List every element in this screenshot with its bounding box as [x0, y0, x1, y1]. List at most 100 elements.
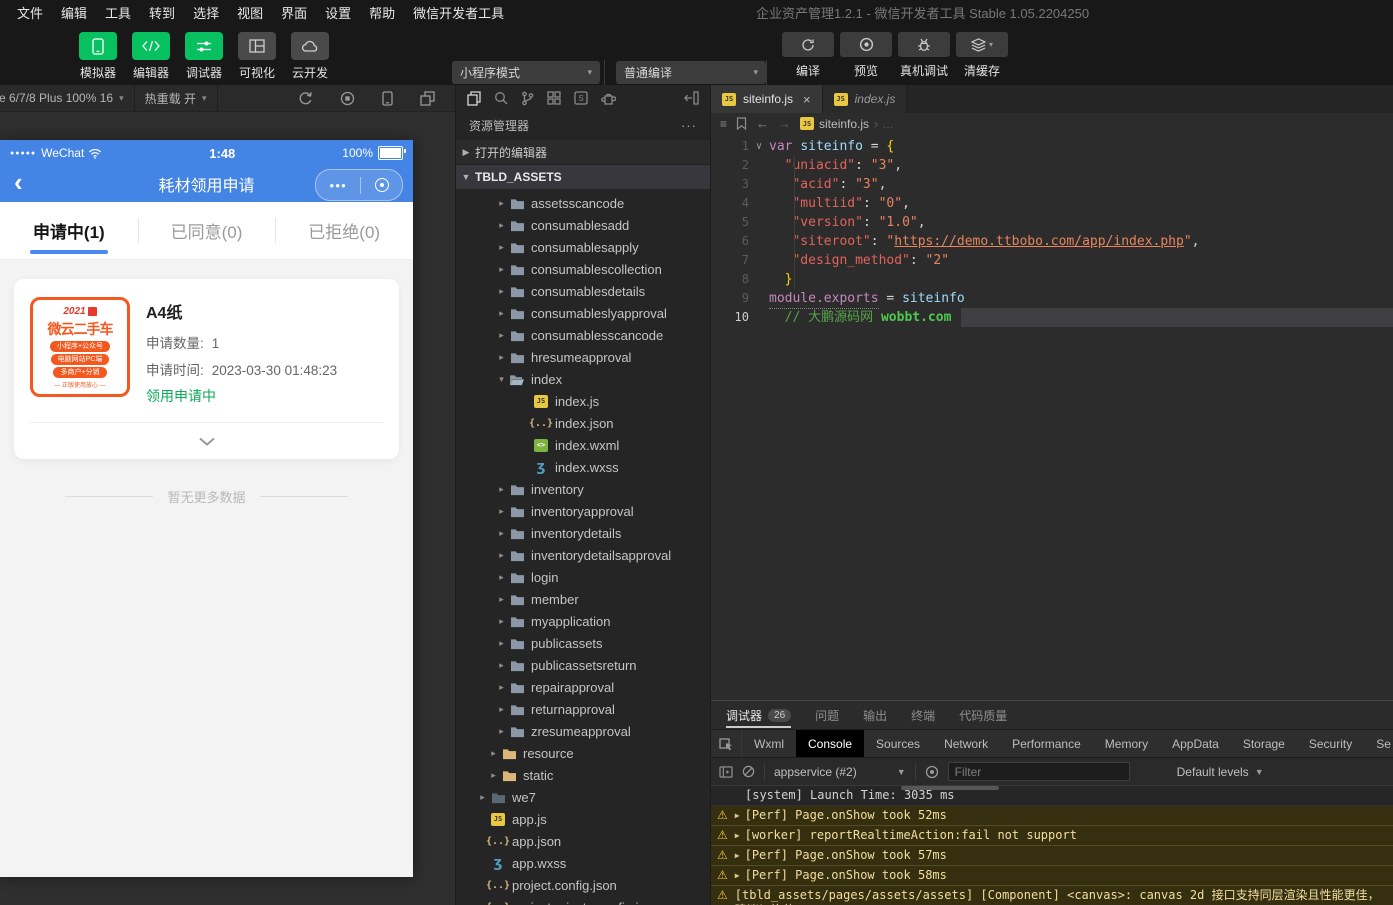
console-warn-row[interactable]: ⚠▶[Perf] Page.onShow took 58ms [711, 866, 1393, 886]
tree-folder-consumablesapply[interactable]: ▸consumablesapply [456, 236, 710, 258]
menu-item-6[interactable]: 界面 [272, 0, 316, 28]
collapse-icon[interactable] [684, 91, 699, 105]
tree-folder-repairapproval[interactable]: ▸repairapproval [456, 676, 710, 698]
devtools-tab-Storage[interactable]: Storage [1231, 730, 1297, 757]
devtools-tab-Se[interactable]: Se [1364, 730, 1393, 757]
bookmark-icon[interactable] [736, 117, 747, 130]
devtools-tab-Memory[interactable]: Memory [1093, 730, 1160, 757]
action-button-refresh[interactable]: 编译 [782, 32, 834, 79]
console-warn-row[interactable]: ⚠▶[worker] reportRealtimeAction:fail not… [711, 826, 1393, 846]
section-project-root[interactable]: ▼ TBLD_ASSETS [456, 165, 710, 189]
editor-tab-index.js[interactable]: JSindex.js [823, 85, 908, 113]
expand-arrow-icon[interactable]: ▶ [735, 868, 740, 883]
devtools-tab-AppData[interactable]: AppData [1160, 730, 1231, 757]
action-button-bug[interactable]: 真机调试 [898, 32, 950, 79]
expand-card-button[interactable] [30, 422, 383, 459]
toolbar-button-cloud[interactable]: 云开发 [288, 32, 332, 81]
panel-tab-输出[interactable]: 输出 [863, 701, 887, 729]
sbox-icon[interactable]: S [574, 91, 588, 105]
phone-tab-1[interactable]: 已同意(0) [138, 202, 276, 259]
panel-tab-终端[interactable]: 终端 [911, 701, 935, 729]
action-button-eye[interactable]: 预览 [840, 32, 892, 79]
menu-item-7[interactable]: 设置 [316, 0, 360, 28]
tree-folder-zresumeapproval[interactable]: ▸zresumeapproval [456, 720, 710, 742]
branch-icon[interactable] [521, 91, 534, 106]
eye-icon[interactable] [925, 765, 939, 779]
panel-tab-调试器[interactable]: 调试器26 [726, 701, 791, 729]
devtools-tab-Wxml[interactable]: Wxml [742, 730, 796, 757]
mode-select[interactable]: 小程序模式 ▾ [452, 61, 600, 84]
phone-tab-2[interactable]: 已拒绝(0) [275, 202, 413, 259]
tree-folder-index[interactable]: ▾index [456, 368, 710, 390]
pot-icon[interactable] [601, 92, 616, 105]
tree-file-project.private.config.json[interactable]: {..}project.private.config.json [456, 896, 710, 905]
code-area[interactable]: 1∨var siteinfo = {2 "uniacid": "3",3 "ac… [711, 134, 1393, 327]
tree-folder-inventorydetailsapproval[interactable]: ▸inventorydetailsapproval [456, 544, 710, 566]
record-icon[interactable] [340, 91, 355, 106]
inspect-element-icon[interactable] [711, 730, 742, 757]
nav-forward-icon[interactable]: → [778, 116, 791, 131]
tree-folder-we7[interactable]: ▸we7 [456, 786, 710, 808]
tree-folder-inventorydetails[interactable]: ▸inventorydetails [456, 522, 710, 544]
tree-file-app.wxss[interactable]: ʒapp.wxss [456, 852, 710, 874]
expand-arrow-icon[interactable]: ▶ [735, 828, 740, 843]
tree-folder-publicassets[interactable]: ▸publicassets [456, 632, 710, 654]
expand-arrow-icon[interactable]: ▶ [735, 808, 740, 823]
capsule-menu[interactable]: ●●● [315, 169, 403, 201]
filter-input[interactable] [948, 762, 1130, 781]
tree-folder-login[interactable]: ▸login [456, 566, 710, 588]
log-levels-select[interactable]: Default levels ▼ [1177, 765, 1264, 779]
console-warn-row[interactable]: ⚠▶[Perf] Page.onShow took 52ms [711, 806, 1393, 826]
tree-file-index.wxml[interactable]: <>index.wxml [456, 434, 710, 456]
tree-file-app.json[interactable]: {..}app.json [456, 830, 710, 852]
explorer-menu-button[interactable]: ··· [681, 118, 697, 133]
tree-folder-returnapproval[interactable]: ▸returnapproval [456, 698, 710, 720]
phone-sm-icon[interactable] [382, 91, 393, 106]
devtools-tab-Security[interactable]: Security [1297, 730, 1364, 757]
device-select[interactable]: e 6/7/8 Plus 100% 16 ▾ [0, 85, 135, 111]
tree-file-index.wxss[interactable]: ʒindex.wxss [456, 456, 710, 478]
clear-console-icon[interactable] [742, 765, 755, 778]
tree-folder-consumablescollection[interactable]: ▸consumablescollection [456, 258, 710, 280]
devtools-tab-Console[interactable]: Console [796, 730, 864, 757]
rotate-icon[interactable] [298, 91, 313, 106]
menu-item-3[interactable]: 转到 [140, 0, 184, 28]
horizontal-scrollbar[interactable] [901, 786, 999, 790]
tree-folder-myapplication[interactable]: ▸myapplication [456, 610, 710, 632]
toolbar-button-layout[interactable]: 可视化 [235, 32, 279, 81]
tree-file-index.js[interactable]: JSindex.js [456, 390, 710, 412]
menu-item-9[interactable]: 微信开发者工具 [404, 0, 513, 28]
menu-item-8[interactable]: 帮助 [360, 0, 404, 28]
panel-tab-代码质量[interactable]: 代码质量 [959, 701, 1007, 729]
tree-folder-resource[interactable]: ▸resource [456, 742, 710, 764]
windows-icon[interactable] [420, 91, 435, 106]
application-card[interactable]: 2021 微云二手车 小程序+公众号电脑网站PC端多商户+分销 — 正版使用放心… [14, 279, 399, 459]
tree-folder-static[interactable]: ▸static [456, 764, 710, 786]
action-button-layers[interactable]: ▾清缓存 [956, 32, 1008, 79]
more-icon[interactable]: ●●● [329, 181, 347, 190]
tree-folder-hresumeapproval[interactable]: ▸hresumeapproval [456, 346, 710, 368]
expand-panel-icon[interactable] [719, 766, 733, 778]
tree-folder-member[interactable]: ▸member [456, 588, 710, 610]
devtools-tab-Performance[interactable]: Performance [1000, 730, 1093, 757]
compile-select[interactable]: 普通编译 ▾ [616, 61, 766, 84]
tree-folder-inventoryapproval[interactable]: ▸inventoryapproval [456, 500, 710, 522]
devtools-tab-Sources[interactable]: Sources [864, 730, 932, 757]
tree-folder-consumableslyapproval[interactable]: ▸consumableslyapproval [456, 302, 710, 324]
context-select[interactable]: appservice (#2) ▼ [774, 765, 906, 779]
tree-folder-inventory[interactable]: ▸inventory [456, 478, 710, 500]
console-warn-row[interactable]: ⚠▶[Perf] Page.onShow took 57ms [711, 846, 1393, 866]
menu-item-1[interactable]: 编辑 [52, 0, 96, 28]
tree-folder-consumablesdetails[interactable]: ▸consumablesdetails [456, 280, 710, 302]
menu-item-0[interactable]: 文件 [8, 0, 52, 28]
tree-folder-publicassetsreturn[interactable]: ▸publicassetsreturn [456, 654, 710, 676]
breadcrumb-file[interactable]: JS siteinfo.js › ... [800, 117, 893, 131]
tree-folder-assetsscancode[interactable]: ▸assetsscancode [456, 192, 710, 214]
close-circle-icon[interactable] [375, 178, 389, 192]
toolbar-button-sliders[interactable]: 调试器 [182, 32, 226, 81]
tree-file-index.json[interactable]: {..}index.json [456, 412, 710, 434]
console-warn-row[interactable]: ⚠[tbld_assets/pages/assets/assets] [Comp… [711, 886, 1393, 905]
close-icon[interactable]: × [803, 92, 811, 107]
toolbar-button-code[interactable]: 编辑器 [129, 32, 173, 81]
toolbar-button-phone[interactable]: 模拟器 [76, 32, 120, 81]
